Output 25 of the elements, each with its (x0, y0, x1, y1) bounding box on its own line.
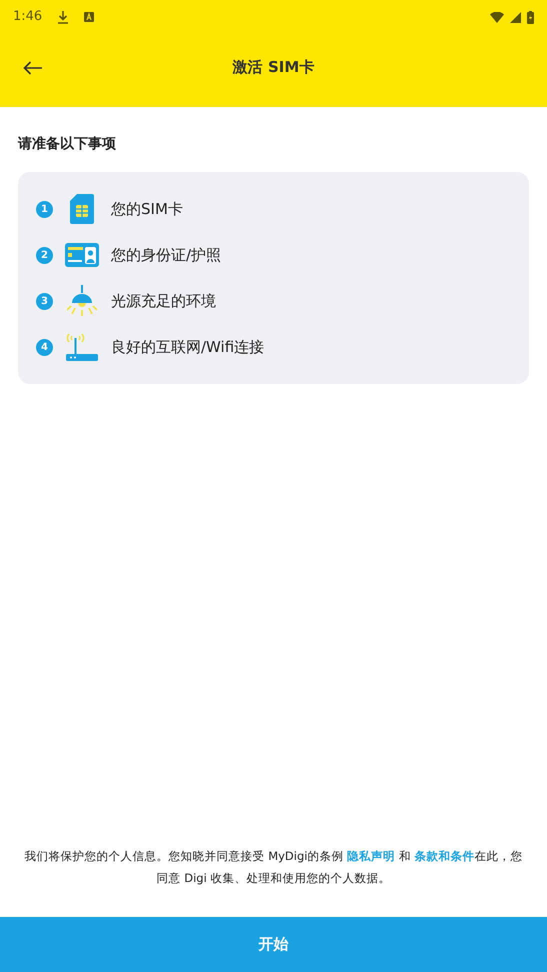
consent-text: 我们将保护您的个人信息。您知晓并同意接受 MyDigi的条例 隐私声明 和 条款和条件在此，您同意 Digi 收集、处理和使用您的个人数据。 (24, 848, 524, 887)
item-label: 您的身份证/护照 (111, 244, 222, 266)
id-card-icon (65, 243, 99, 267)
signal-icon (510, 12, 521, 22)
sim-card-icon (70, 194, 94, 224)
wifi-icon (490, 12, 504, 22)
page-title: 激活 SIM卡 (232, 56, 314, 78)
battery-icon (527, 10, 534, 24)
item-label: 光源充足的环境 (111, 290, 216, 312)
download-icon (58, 10, 68, 24)
start-button[interactable]: 开始 (0, 917, 547, 972)
notification-icon (84, 12, 94, 22)
router-icon (66, 332, 98, 362)
consent-link[interactable]: 隐私声明 (347, 849, 396, 863)
consent-link[interactable]: 条款和条件 (414, 849, 474, 863)
item-label: 良好的互联网/Wifi连接 (111, 336, 264, 358)
step-number: 4 (36, 338, 53, 356)
ceiling-lamp-icon (67, 285, 97, 317)
step-number: 3 (36, 292, 53, 310)
section-title: 请准备以下事项 (18, 135, 117, 154)
item-label: 您的SIM卡 (111, 198, 183, 220)
status-time: 1:46 (13, 8, 42, 26)
step-number: 1 (36, 200, 53, 218)
back-arrow-icon (22, 61, 42, 75)
step-number: 2 (36, 246, 53, 264)
